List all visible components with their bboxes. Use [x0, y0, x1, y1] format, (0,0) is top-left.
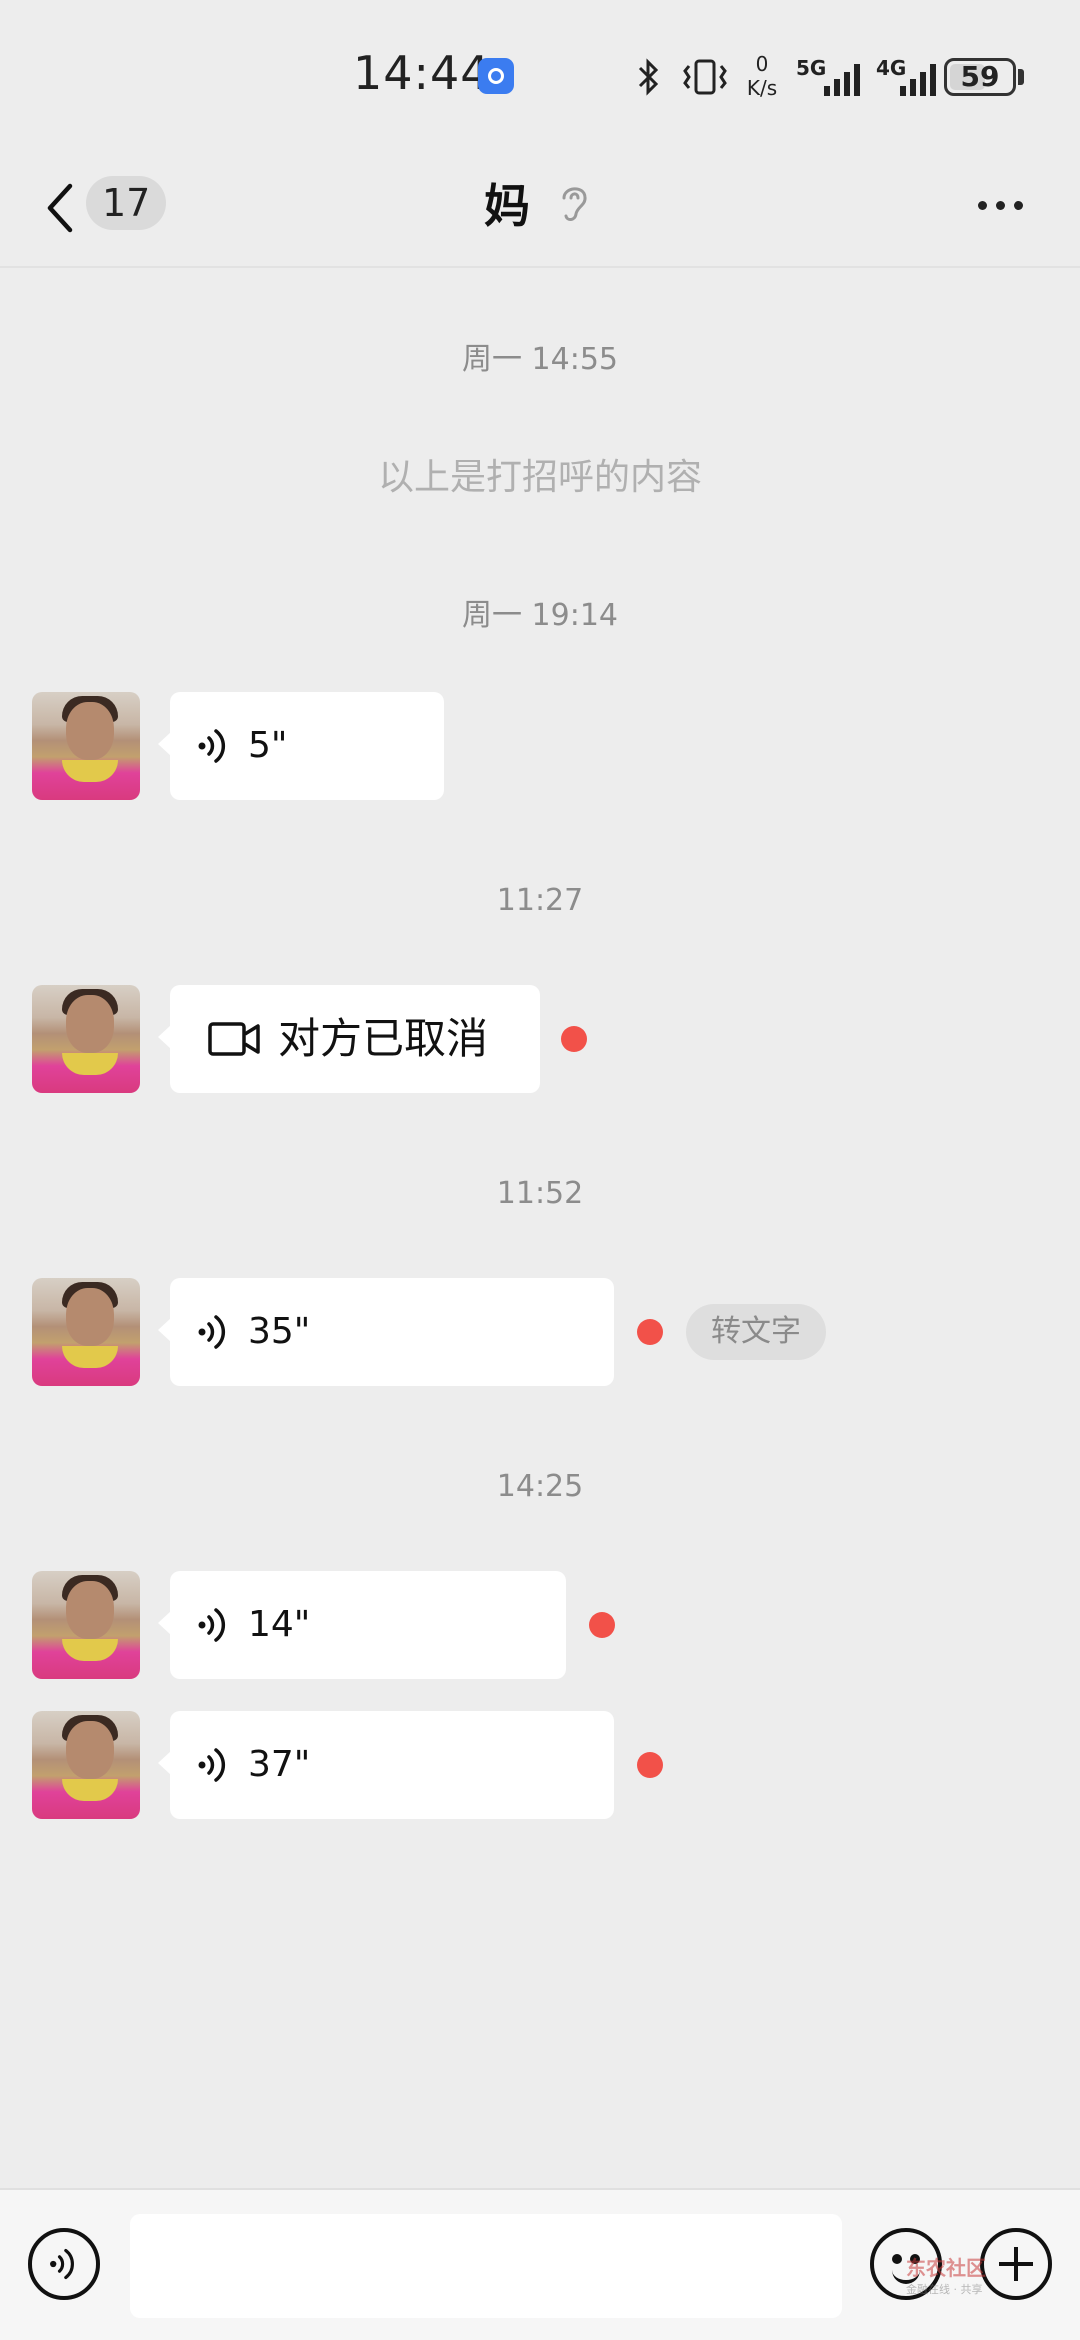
voice-duration: 14": [248, 1604, 311, 1645]
system-note: 以上是打招呼的内容: [377, 457, 702, 498]
chat-title: 妈: [484, 179, 530, 233]
message-input[interactable]: [130, 2214, 842, 2318]
bluetooth-icon: [638, 58, 659, 96]
voice-wave-icon: [50, 2248, 74, 2280]
avatar[interactable]: [32, 692, 140, 800]
voice-wave-icon: [198, 1315, 226, 1349]
voice-duration: 5": [248, 725, 288, 766]
net-speed: 0 K/s: [742, 52, 782, 100]
video-camera-icon: [208, 1022, 260, 1056]
vibrate-icon: [683, 59, 727, 95]
voice-message-bubble[interactable]: 35": [158, 1278, 614, 1386]
unread-dot: [589, 1612, 615, 1638]
signal-icon-2: [900, 64, 936, 96]
voice-message-bubble[interactable]: 5": [158, 692, 444, 800]
voice-wave-icon: [198, 729, 226, 763]
net-speed-value: 0: [755, 52, 769, 76]
timestamp: 周一 14:55: [462, 342, 618, 377]
watermark: 东农社区 金融在线 · 共享: [906, 2252, 1036, 2297]
avatar[interactable]: [32, 985, 140, 1093]
status-bar: 14:44 0 K/s 5G 4G 59: [0, 0, 1080, 150]
unread-dot: [637, 1319, 663, 1345]
battery-icon: 59: [944, 58, 1016, 96]
voice-duration: 37": [248, 1744, 311, 1785]
back-arrow-icon[interactable]: [36, 178, 86, 238]
voice-wave-icon: [198, 1608, 226, 1642]
avatar[interactable]: [32, 1711, 140, 1819]
watermark-title: 东农社区: [906, 2256, 986, 2280]
more-options-icon[interactable]: [972, 186, 1032, 222]
avatar[interactable]: [32, 1278, 140, 1386]
input-bar: 东农社区 金融在线 · 共享: [0, 2188, 1080, 2340]
timestamp: 14:25: [496, 1469, 584, 1504]
voice-input-toggle[interactable]: [28, 2228, 100, 2300]
status-time: 14:44: [353, 46, 491, 100]
unread-count-badge[interactable]: 17: [86, 176, 167, 230]
battery-value: 59: [960, 60, 1000, 93]
chat-header: 17 妈: [0, 150, 1080, 268]
call-status-text: 对方已取消: [278, 1014, 489, 1063]
app-notification-icon: [478, 58, 514, 94]
ear-icon[interactable]: [556, 180, 592, 226]
battery-tip: [1018, 69, 1024, 85]
voice-message-bubble[interactable]: 14": [158, 1571, 566, 1679]
unread-dot: [561, 1026, 587, 1052]
voice-wave-icon: [198, 1748, 226, 1782]
timestamp: 11:27: [496, 883, 584, 918]
voice-duration: 35": [248, 1311, 311, 1352]
watermark-subtitle: 金融在线 · 共享: [906, 2283, 983, 2296]
avatar[interactable]: [32, 1571, 140, 1679]
convert-to-text-button[interactable]: 转文字: [686, 1304, 826, 1360]
voice-message-bubble[interactable]: 37": [158, 1711, 614, 1819]
net-speed-unit: K/s: [746, 76, 778, 100]
video-call-bubble[interactable]: 对方已取消: [158, 985, 540, 1093]
status-indicators: 0 K/s 5G 4G 59: [636, 52, 1026, 102]
timestamp: 11:52: [496, 1176, 584, 1211]
timestamp: 周一 19:14: [462, 598, 618, 633]
unread-dot: [637, 1752, 663, 1778]
signal-icon-1: [824, 64, 860, 96]
